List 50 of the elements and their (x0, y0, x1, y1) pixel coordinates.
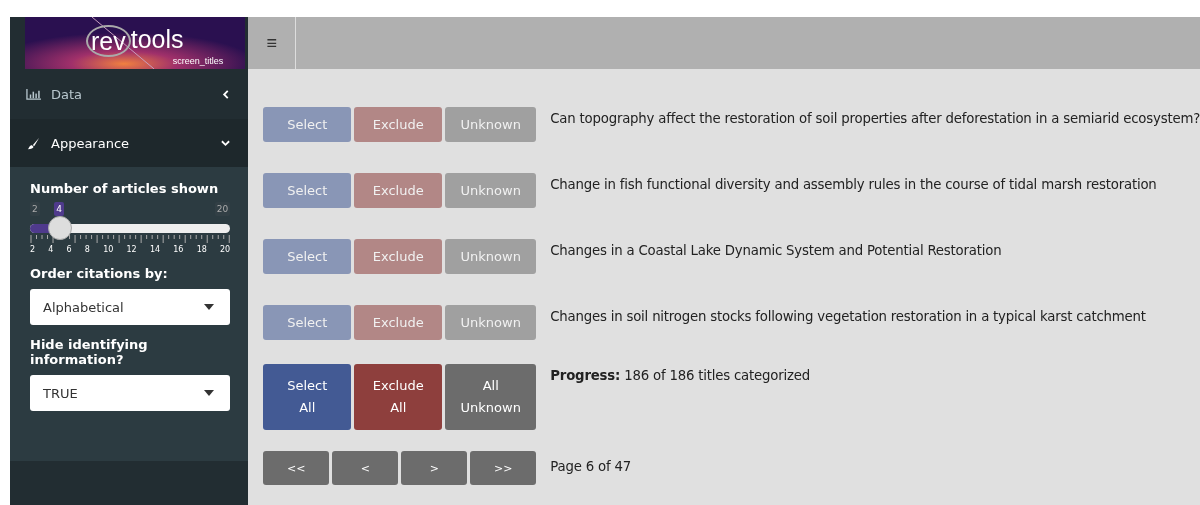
tick-label: 18 (196, 245, 207, 254)
dropdown[interactable]: TRUE (30, 375, 231, 411)
exclude-all-button[interactable]: Exclude All (354, 364, 443, 430)
article-title: Change in fish functional diversity and assembly rules in the course of tidal marsh restoration (550, 176, 1157, 192)
tick-label: 8 (84, 245, 90, 254)
select-button[interactable]: Select (263, 305, 352, 340)
tick-label: 14 (149, 245, 161, 254)
all-unknown-button[interactable]: All Unknown (445, 364, 537, 430)
tick-label: 2 (30, 245, 36, 254)
progress-text: Progress: 186 of 186 titles categorized (550, 367, 810, 383)
exclude-button[interactable]: Exclude (354, 173, 443, 208)
slider-label: Number of articles shown (30, 181, 220, 196)
sidebar-menu-item[interactable]: Appearance (10, 119, 249, 167)
page-button[interactable]: < (332, 451, 399, 485)
article-title: Can topography affect the restoration of soil properties after deforestation in a semiarid ecosystem? (550, 110, 1200, 126)
select-button[interactable]: Select (263, 107, 352, 142)
tick-label: 16 (173, 245, 184, 254)
page-button[interactable]: > (401, 451, 468, 485)
exclude-button[interactable]: Exclude (354, 239, 443, 274)
exclude-button[interactable]: Exclude (354, 107, 443, 142)
dropdown[interactable]: Alphabetical (30, 289, 231, 325)
slider-value-label: 4 (54, 202, 64, 216)
select-button[interactable]: Select (263, 239, 352, 274)
page-button[interactable]: >> (470, 451, 537, 485)
menu-toggle-button[interactable]: ≡ (248, 17, 297, 69)
bar-chart-icon (26, 87, 41, 101)
tick-label: 20 (220, 245, 231, 254)
chevron-down-icon (221, 138, 231, 148)
page-button[interactable]: << (263, 451, 330, 485)
logo-text: tools (130, 25, 184, 55)
slider-min-label: 2 (30, 202, 40, 216)
slider-max-label: 20 (214, 202, 231, 216)
select-label: Hide identifying information? (30, 337, 149, 367)
exclude-button[interactable]: Exclude (354, 305, 443, 340)
tick-label: 6 (66, 245, 72, 254)
slider-handle[interactable] (48, 216, 73, 240)
tick-label: 12 (126, 245, 137, 254)
select-button[interactable]: Select (263, 173, 352, 208)
select-all-button[interactable]: Select All (263, 364, 352, 430)
article-title: Changes in a Coastal Lake Dynamic System and Potential Restoration (550, 242, 1002, 258)
chevron-left-icon (221, 89, 231, 99)
caret-down-icon (204, 304, 215, 310)
caret-down-icon (204, 390, 215, 396)
logo-subtitle: screen_titles (172, 56, 224, 66)
tick-label: 4 (48, 245, 54, 254)
article-title: Changes in soil nitrogen stocks following vegetation restoration in a typical karst catchment (550, 308, 1146, 324)
select-label: Order citations by: (30, 266, 169, 281)
page-indicator: Page 6 of 47 (550, 458, 631, 474)
tick-label: 10 (103, 245, 114, 254)
logo-text: rev (86, 25, 131, 57)
